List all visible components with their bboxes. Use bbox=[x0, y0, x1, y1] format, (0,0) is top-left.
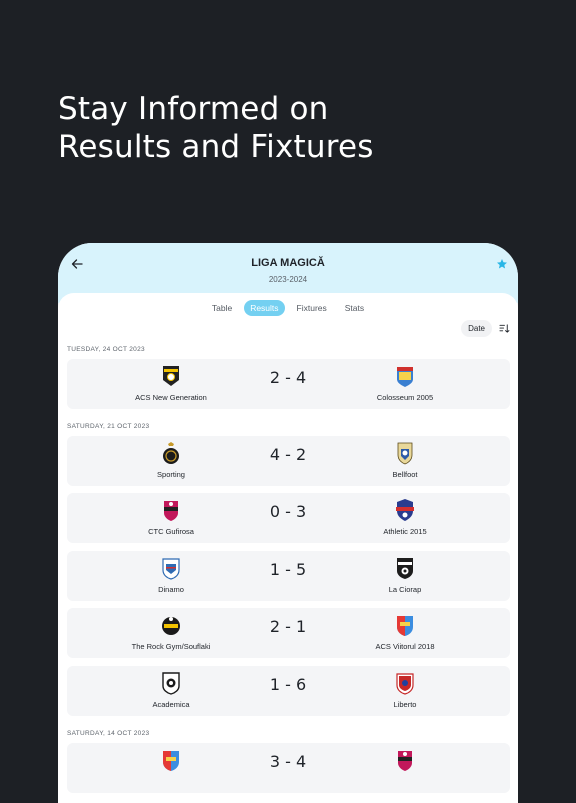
team-name: Liberto bbox=[393, 700, 417, 709]
match-score: 1 - 5 bbox=[269, 560, 307, 579]
team-name: Athletic 2015 bbox=[383, 527, 427, 536]
day-header: TUESDAY, 24 OCT 2023 bbox=[67, 346, 145, 353]
team-name: ACS New Generation bbox=[135, 393, 207, 402]
sort-date-button[interactable]: Date bbox=[461, 320, 492, 337]
tab-fixtures[interactable]: Fixtures bbox=[291, 300, 333, 316]
tab-table[interactable]: Table bbox=[206, 300, 238, 316]
sort-bar: Date bbox=[461, 320, 510, 337]
team-name: La Ciorap bbox=[388, 585, 422, 594]
star-icon bbox=[497, 259, 507, 269]
match-score: 0 - 3 bbox=[269, 502, 307, 521]
team-crest-icon bbox=[397, 367, 413, 387]
match-score: 3 - 4 bbox=[269, 752, 307, 771]
tab-bar: Table Results Fixtures Stats bbox=[58, 300, 518, 316]
team-name: Academica bbox=[152, 700, 190, 709]
away-team[interactable]: Bellfoot bbox=[325, 436, 485, 486]
match-score: 4 - 2 bbox=[269, 445, 307, 464]
device-screen: LIGA MAGICĂ 2023-2024 Table Results Fixt… bbox=[58, 243, 518, 803]
sort-descending-icon bbox=[498, 324, 509, 333]
tab-stats[interactable]: Stats bbox=[339, 300, 370, 316]
home-team[interactable]: Sporting bbox=[91, 436, 251, 486]
team-crest-icon bbox=[163, 751, 179, 771]
match-score: 1 - 6 bbox=[269, 675, 307, 694]
team-crest-icon bbox=[398, 751, 412, 771]
team-crest-icon bbox=[162, 672, 180, 695]
team-crest-icon bbox=[397, 616, 413, 636]
match-card[interactable]: The Rock Gym/Souflaki 2 - 1 ACS Viitorul… bbox=[67, 608, 510, 658]
match-card[interactable]: Sporting 4 - 2 Bellfoot bbox=[67, 436, 510, 486]
team-name: ACS Viitorul 2018 bbox=[375, 642, 435, 651]
match-card[interactable]: CTC Gufirosa 0 - 3 Athletic 2015 bbox=[67, 493, 510, 543]
home-team[interactable]: ACS New Generation bbox=[91, 359, 251, 409]
away-team[interactable]: La Ciorap bbox=[325, 551, 485, 601]
home-team[interactable]: The Rock Gym/Souflaki bbox=[91, 608, 251, 658]
away-team[interactable] bbox=[325, 743, 485, 793]
team-crest-icon bbox=[164, 501, 178, 521]
team-name: Bellfoot bbox=[392, 470, 418, 479]
headline-line-1: Stay Informed on bbox=[58, 91, 329, 127]
team-crest-icon bbox=[162, 558, 180, 580]
team-crest-icon bbox=[397, 558, 413, 579]
match-card[interactable]: ACS New Generation 2 - 4 Colosseum 2005 bbox=[67, 359, 510, 409]
home-team[interactable]: Academica bbox=[91, 666, 251, 716]
home-team[interactable]: CTC Gufirosa bbox=[91, 493, 251, 543]
promo-headline: Stay Informed on Results and Fixtures bbox=[58, 90, 374, 166]
team-crest-icon bbox=[396, 499, 414, 521]
team-name: Dinamo bbox=[158, 585, 184, 594]
match-card[interactable]: 3 - 4 bbox=[67, 743, 510, 793]
team-name: The Rock Gym/Souflaki bbox=[131, 642, 211, 651]
home-team[interactable]: Dinamo bbox=[91, 551, 251, 601]
match-card[interactable]: Academica 1 - 6 Liberto bbox=[67, 666, 510, 716]
team-crest-icon bbox=[396, 673, 414, 695]
away-team[interactable]: Colosseum 2005 bbox=[325, 359, 485, 409]
team-crest-icon bbox=[163, 366, 179, 386]
home-team[interactable] bbox=[91, 743, 251, 793]
match-card[interactable]: Dinamo 1 - 5 La Ciorap bbox=[67, 551, 510, 601]
tab-results[interactable]: Results bbox=[244, 300, 285, 316]
results-sheet: Table Results Fixtures Stats Date TUESDA… bbox=[58, 293, 518, 803]
team-crest-icon bbox=[397, 442, 413, 465]
headline-line-2: Results and Fixtures bbox=[58, 129, 374, 165]
team-name: CTC Gufirosa bbox=[148, 527, 194, 536]
team-crest-icon bbox=[163, 442, 179, 464]
away-team[interactable]: ACS Viitorul 2018 bbox=[325, 608, 485, 658]
match-score: 2 - 4 bbox=[269, 368, 307, 387]
sort-order-button[interactable] bbox=[498, 323, 510, 335]
favorite-button[interactable] bbox=[492, 255, 512, 273]
league-title: LIGA MAGICĂ bbox=[251, 257, 325, 269]
team-name: Sporting bbox=[157, 470, 185, 479]
team-crest-icon bbox=[162, 617, 180, 635]
day-header: SATURDAY, 21 OCT 2023 bbox=[67, 423, 150, 430]
away-team[interactable]: Athletic 2015 bbox=[325, 493, 485, 543]
team-name: Colosseum 2005 bbox=[376, 393, 434, 402]
day-header: SATURDAY, 14 OCT 2023 bbox=[67, 730, 150, 737]
match-score: 2 - 1 bbox=[269, 617, 307, 636]
season-label: 2023-2024 bbox=[268, 275, 308, 284]
away-team[interactable]: Liberto bbox=[325, 666, 485, 716]
